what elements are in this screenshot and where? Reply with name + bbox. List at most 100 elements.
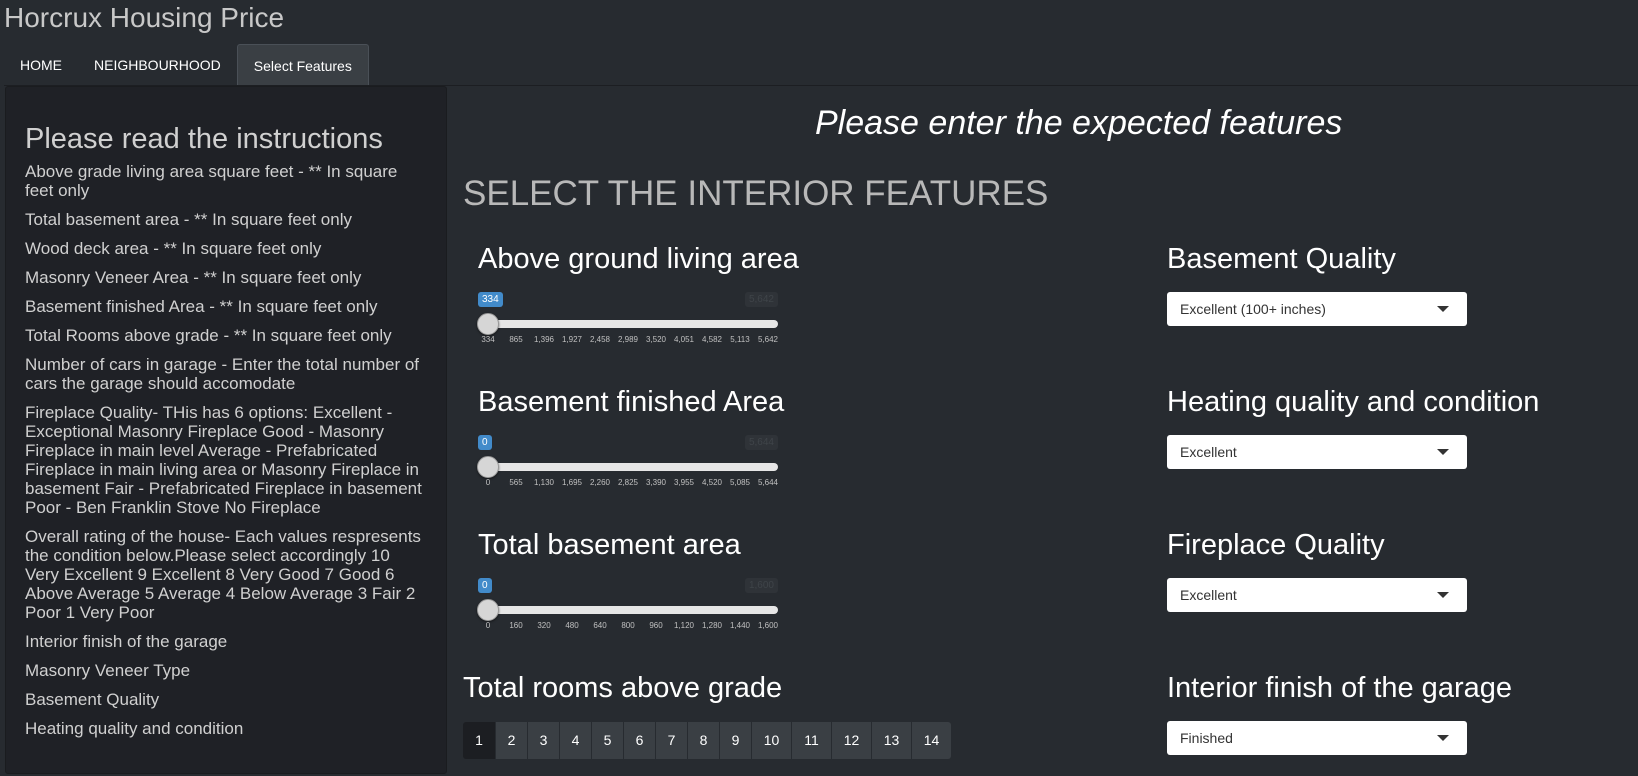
instruction-item: Fireplace Quality- THis has 6 options: E… [25,403,422,517]
slider-max-badge: 5,644 [744,435,778,450]
slider-ticks: 0 565 1,130 1,695 2,260 2,825 3,390 3,955 4,520 5… [478,478,778,490]
basement-finished-area-label: Basement finished Area [478,386,785,418]
slider-tick-label: 3,955 [673,478,695,487]
room-option-2[interactable]: 2 [495,722,527,759]
slider-tick-label: 3,520 [645,335,667,344]
caret-down-icon [1437,735,1449,741]
slider-max-badge: 5,642 [744,292,778,307]
instructions-heading: Please read the instructions [25,123,383,155]
instruction-item: Total Rooms above grade - ** In square f… [25,326,392,345]
living-area-slider[interactable]: 334 5,642 334 865 1,396 1,927 2,458 2,989 3,52… [477,292,778,352]
slider-tick-label: 2,825 [617,478,639,487]
slider-tick-label: 334 [481,335,495,344]
slider-tick-label: 2,989 [617,335,639,344]
slider-tick-label: 565 [509,478,523,487]
slider-track[interactable] [478,320,778,328]
slider-tick-label: 3,390 [645,478,667,487]
fireplace-quality-label: Fireplace Quality [1167,529,1385,561]
slider-tick-label: 1,927 [561,335,583,344]
slider-tick-label: 1,695 [561,478,583,487]
room-option-9[interactable]: 9 [719,722,751,759]
slider-tick-label: 2,260 [589,478,611,487]
room-option-8[interactable]: 8 [687,722,719,759]
slider-tick-label: 1,280 [701,621,723,630]
room-option-4[interactable]: 4 [559,722,591,759]
slider-ticks: 334 865 1,396 1,927 2,458 2,989 3,520 4,051 4,58… [478,335,778,347]
slider-tick-label: 0 [485,478,491,487]
slider-max-badge: 1,600 [744,578,778,593]
heating-quality-label: Heating quality and condition [1167,386,1540,418]
room-option-13[interactable]: 13 [871,722,911,759]
main-heading: Please enter the expected features [815,104,1343,142]
tab-home[interactable]: HOME [4,44,78,86]
garage-finish-select[interactable]: Finished [1167,721,1467,755]
tab-bar: HOME NEIGHBOURHOOD Select Features [4,44,369,86]
heating-quality-select[interactable]: Excellent [1167,435,1467,469]
select-value: Excellent (100+ inches) [1180,301,1326,317]
instruction-item: Masonry Veneer Type [25,661,191,680]
slider-tick-label: 1,396 [533,335,555,344]
instruction-item: Heating quality and condition [25,719,244,738]
slider-value-badge: 0 [478,435,492,450]
instruction-item: Basement finished Area - ** In square fe… [25,297,378,316]
total-basement-area-slider[interactable]: 0 1,600 0 160 320 480 640 800 960 1,120 1,280 1,4… [477,578,778,638]
instruction-item: Total basement area - ** In square feet … [25,210,352,229]
instruction-item: Wood deck area - ** In square feet only [25,239,322,258]
slider-tick-label: 320 [537,621,551,630]
instruction-item: Masonry Veneer Area - ** In square feet … [25,268,362,287]
room-option-6[interactable]: 6 [623,722,655,759]
slider-tick-label: 1,120 [673,621,695,630]
select-value: Excellent [1180,444,1237,460]
tab-neighbourhood[interactable]: NEIGHBOURHOOD [78,44,237,86]
section-heading: SELECT THE INTERIOR FEATURES [463,174,1049,213]
select-value: Excellent [1180,587,1237,603]
slider-handle[interactable] [477,456,499,478]
caret-down-icon [1437,306,1449,312]
select-value: Finished [1180,730,1233,746]
instruction-item: Number of cars in garage - Enter the tot… [25,355,420,393]
slider-ticks: 0 160 320 480 640 800 960 1,120 1,280 1,440 1,600 [478,621,778,633]
slider-tick-label: 4,582 [701,335,723,344]
slider-tick-label: 800 [621,621,635,630]
basement-finished-area-slider[interactable]: 0 5,644 0 565 1,130 1,695 2,260 2,825 3,390 3,9… [477,435,778,495]
slider-tick-label: 5,644 [757,478,779,487]
slider-track[interactable] [478,463,778,471]
total-rooms-label: Total rooms above grade [463,672,783,704]
room-option-11[interactable]: 11 [791,722,831,759]
instructions-panel: Please read the instructions Above grade… [5,86,447,774]
total-rooms-button-group: 1 2 3 4 5 6 7 8 9 10 11 12 13 14 [463,722,951,759]
instruction-item: Interior finish of the garage [25,632,228,651]
slider-tick-label: 960 [649,621,663,630]
slider-tick-label: 640 [593,621,607,630]
app-title: Horcrux Housing Price [4,2,285,33]
garage-finish-label: Interior finish of the garage [1167,672,1512,704]
room-option-1[interactable]: 1 [463,722,495,759]
room-option-14[interactable]: 14 [911,722,951,759]
living-area-label: Above ground living area [478,243,799,275]
fireplace-quality-select[interactable]: Excellent [1167,578,1467,612]
slider-value-badge: 334 [478,292,503,307]
slider-tick-label: 2,458 [589,335,611,344]
room-option-7[interactable]: 7 [655,722,687,759]
tab-select-features[interactable]: Select Features [236,44,369,86]
basement-quality-select[interactable]: Excellent (100+ inches) [1167,292,1467,326]
slider-handle[interactable] [477,313,499,335]
room-option-10[interactable]: 10 [751,722,791,759]
slider-handle[interactable] [477,599,499,621]
slider-tick-label: 160 [509,621,523,630]
slider-tick-label: 5,642 [757,335,779,344]
instruction-item: Above grade living area square feet - **… [25,162,398,200]
basement-quality-label: Basement Quality [1167,243,1396,275]
slider-tick-label: 5,113 [730,335,750,344]
slider-track[interactable] [478,606,778,614]
slider-tick-label: 5,085 [729,478,751,487]
instruction-item: Basement Quality [25,690,160,709]
room-option-12[interactable]: 12 [831,722,871,759]
slider-tick-label: 865 [509,335,523,344]
room-option-3[interactable]: 3 [527,722,559,759]
caret-down-icon [1437,592,1449,598]
slider-tick-label: 480 [565,621,579,630]
room-option-5[interactable]: 5 [591,722,623,759]
slider-tick-label: 0 [485,621,491,630]
instruction-item: Overall rating of the house- Each values… [25,527,421,622]
